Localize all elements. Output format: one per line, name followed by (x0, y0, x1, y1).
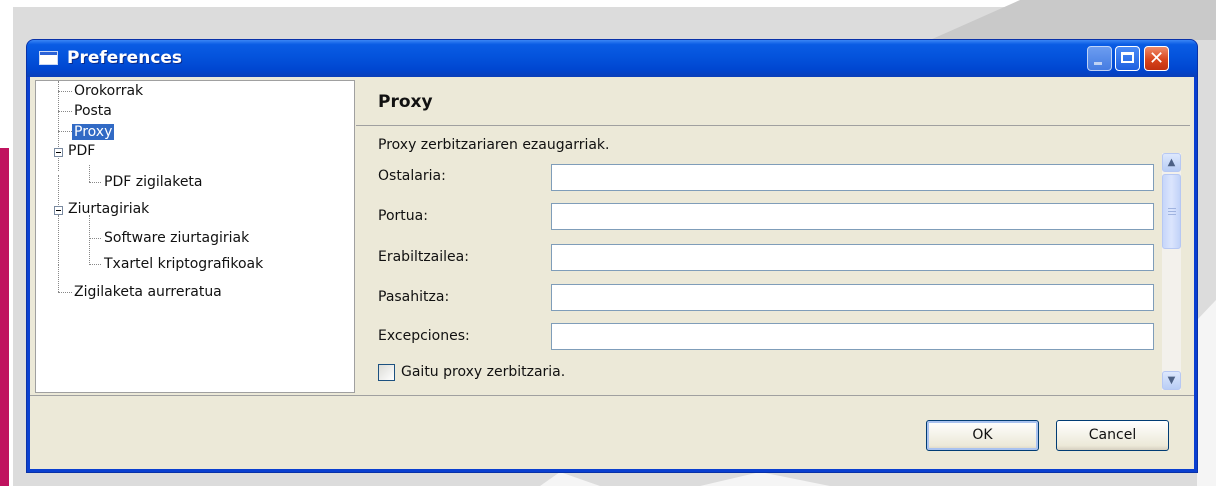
tree-connector (58, 175, 59, 205)
scroll-down-button[interactable]: ▼ (1162, 371, 1181, 390)
tree-item-txartel-kriptografikoak[interactable]: Txartel kriptografikoak (104, 254, 263, 274)
title-bar[interactable]: Preferences ✕ (27, 40, 1197, 77)
tree-connector (89, 264, 101, 265)
scroll-up-button[interactable]: ▲ (1162, 153, 1181, 172)
pane-title: Proxy (378, 92, 433, 112)
tree-connector (58, 215, 59, 265)
tree-connector (89, 165, 90, 182)
footer-divider (30, 395, 1194, 396)
minimize-button[interactable] (1087, 46, 1112, 71)
port-field[interactable] (551, 203, 1154, 230)
user-label: Erabiltzailea: (378, 249, 469, 265)
tree-item-orokorrak[interactable]: Orokorrak (74, 81, 143, 101)
tree-connector (89, 215, 90, 265)
scrollbar-thumb[interactable] (1162, 174, 1181, 249)
preferences-tree: Orokorrak Posta Proxy PDF PDF zigilaketa… (35, 80, 355, 393)
dialog-client-area: Orokorrak Posta Proxy PDF PDF zigilaketa… (30, 77, 1194, 469)
enable-proxy-label[interactable]: Gaitu proxy zerbitzaria. (401, 364, 565, 380)
minimize-icon (1094, 62, 1102, 65)
close-icon: ✕ (1148, 48, 1165, 69)
chevron-up-icon: ▲ (1167, 157, 1176, 168)
maximize-icon (1121, 52, 1134, 63)
grip-line (1168, 214, 1176, 215)
tree-item-label: Txartel kriptografikoak (104, 256, 264, 272)
tree-connector (58, 265, 59, 292)
host-field[interactable] (551, 164, 1154, 191)
tree-item-label: PDF (68, 143, 96, 159)
cancel-button[interactable]: Cancel (1056, 420, 1169, 451)
accent-bar (0, 148, 9, 486)
password-field[interactable] (551, 284, 1154, 311)
exceptions-field[interactable] (551, 323, 1154, 350)
tree-item-label: Posta (74, 103, 112, 119)
tree-connector (58, 111, 72, 112)
tree-item-label: Ziurtagiriak (68, 201, 150, 217)
tree-item-label: Zigilaketa aurreratua (74, 284, 222, 300)
enable-proxy-checkbox[interactable] (378, 364, 395, 381)
grip-line (1168, 211, 1176, 212)
collapse-pdf-icon[interactable] (54, 148, 63, 157)
tree-connector (58, 81, 59, 171)
tree-item-pdf-zigilaketa[interactable]: PDF zigilaketa (104, 172, 203, 192)
pane-description: Proxy zerbitzariaren ezaugarriak. (378, 137, 610, 153)
pane-header: Proxy (356, 80, 1190, 126)
tree-item-pdf[interactable]: PDF (68, 141, 95, 161)
ok-button[interactable]: OK (926, 420, 1039, 451)
vertical-scrollbar[interactable]: ▲ ▼ (1162, 153, 1181, 390)
proxy-settings-panel: Proxy zerbitzariaren ezaugarriak. Ostala… (356, 126, 1190, 393)
tree-connector (89, 238, 101, 239)
preferences-window: Preferences ✕ Orokorrak Posta Proxy PDF … (27, 40, 1197, 472)
tree-item-posta[interactable]: Posta (74, 101, 112, 121)
chevron-down-icon: ▼ (1167, 375, 1176, 386)
tree-connector (58, 292, 72, 293)
user-field[interactable] (551, 244, 1154, 271)
host-label: Ostalaria: (378, 168, 446, 184)
tree-item-label: Orokorrak (74, 83, 144, 99)
tree-item-label: PDF zigilaketa (104, 174, 203, 190)
port-label: Portua: (378, 208, 428, 224)
tree-connector (58, 131, 72, 132)
password-label: Pasahitza: (378, 289, 450, 305)
grip-line (1168, 208, 1176, 209)
window-icon (39, 51, 58, 65)
tree-connector (89, 182, 101, 183)
exceptions-label: Excepciones: (378, 328, 470, 344)
tree-item-zigilaketa-aurreratua[interactable]: Zigilaketa aurreratua (74, 282, 222, 302)
page-top-strip (0, 0, 1216, 7)
tree-item-ziurtagiriak[interactable]: Ziurtagiriak (68, 199, 149, 219)
tree-item-software-ziurtagiriak[interactable]: Software ziurtagiriak (104, 228, 249, 248)
tree-item-label: Proxy (70, 123, 116, 141)
collapse-ziurtagiriak-icon[interactable] (54, 206, 63, 215)
window-title: Preferences (67, 48, 183, 68)
maximize-button[interactable] (1115, 46, 1140, 71)
close-button[interactable]: ✕ (1144, 46, 1169, 71)
tree-connector (58, 91, 72, 92)
tree-item-label: Software ziurtagiriak (104, 230, 250, 246)
tree-item-proxy[interactable]: Proxy (70, 122, 116, 142)
